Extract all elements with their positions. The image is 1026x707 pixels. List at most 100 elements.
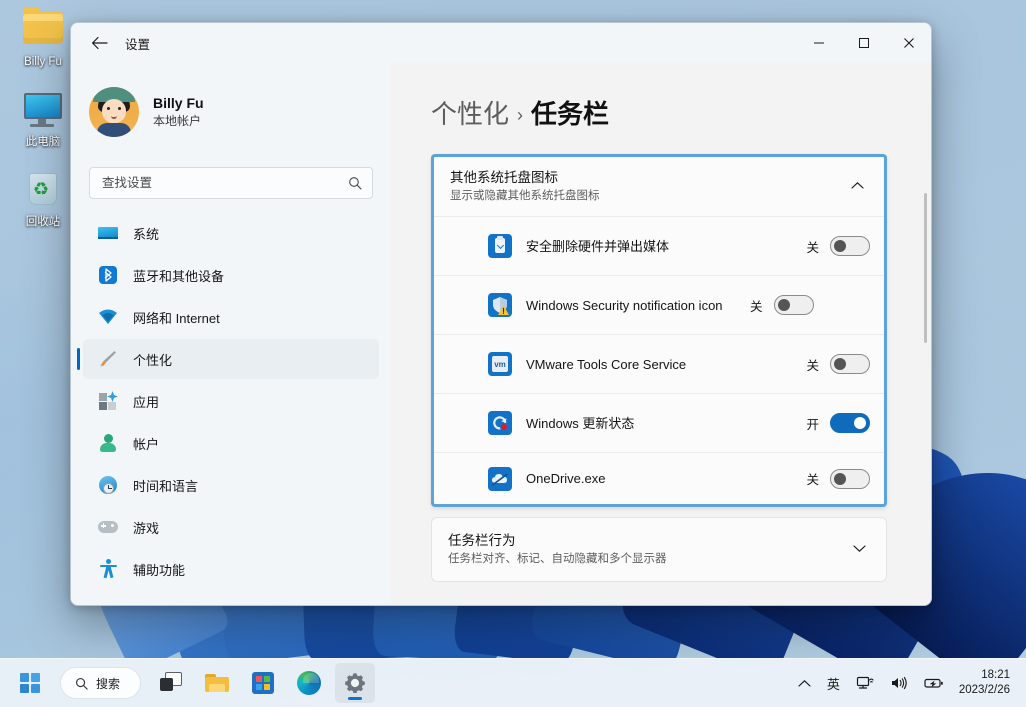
tray-row[interactable]: vm VMware Tools Core Service 关 xyxy=(434,334,884,393)
search-input[interactable] xyxy=(100,175,348,191)
sidebar-item-label: 帐户 xyxy=(133,436,160,452)
taskbar: 搜索 英 18:21 2023/2/26 xyxy=(0,658,1026,707)
settings-taskbar-button[interactable] xyxy=(335,663,376,703)
gaming-icon xyxy=(97,516,119,538)
scrollbar-thumb[interactable] xyxy=(924,193,927,343)
recycle-bin-icon: ♻ xyxy=(19,168,67,212)
sidebar-item-personalization[interactable]: 个性化 xyxy=(77,339,379,379)
edge-button[interactable] xyxy=(289,663,329,703)
sidebar: Billy Fu 本地帐户 系统 xyxy=(71,63,391,605)
tray-overflow-button[interactable] xyxy=(791,665,818,701)
windows-update-icon xyxy=(488,411,512,435)
warning-badge-glyph xyxy=(498,305,509,315)
tray-row-label: Windows Security notification icon xyxy=(526,297,723,313)
sidebar-item-time-language[interactable]: 时间和语言 xyxy=(83,465,379,505)
accessibility-icon xyxy=(97,558,119,580)
back-button[interactable] xyxy=(83,29,115,57)
expand-less-icon[interactable] xyxy=(846,181,868,193)
chevron-up-icon xyxy=(798,679,811,687)
tray-row[interactable]: Windows Security notification icon 关 xyxy=(434,275,884,334)
taskbar-behavior-header[interactable]: 任务栏行为 任务栏对齐、标记、自动隐藏和多个显示器 xyxy=(432,518,886,581)
sidebar-item-privacy[interactable]: 隐私和安全性 xyxy=(83,591,379,606)
tray-row-toggle[interactable] xyxy=(773,295,814,315)
arrow-left-icon xyxy=(91,36,108,50)
bluetooth-icon xyxy=(97,264,119,286)
this-pc-icon xyxy=(19,88,67,132)
main-scrollbar[interactable] xyxy=(922,193,928,493)
tray-row-label: Windows 更新状态 xyxy=(526,415,635,431)
search-settings-box[interactable] xyxy=(89,167,373,199)
breadcrumb-current: 任务栏 xyxy=(531,99,610,129)
other-tray-icons-card: 其他系统托盘图标 显示或隐藏其他系统托盘图标 安全删除硬件并弹出媒体 关 Win… xyxy=(431,154,887,507)
tray-row-state: 关 xyxy=(806,240,819,255)
desktop-icon-folder[interactable]: Billy Fu xyxy=(6,7,80,69)
sidebar-item-label: 蓝牙和其他设备 xyxy=(133,268,225,284)
tray-row-toggle[interactable] xyxy=(830,236,870,256)
sidebar-item-label: 系统 xyxy=(133,226,160,242)
tray-row-toggle[interactable] xyxy=(830,354,870,374)
close-button[interactable] xyxy=(886,23,931,63)
card-title: 其他系统托盘图标 xyxy=(450,170,558,185)
task-view-button[interactable] xyxy=(151,663,191,703)
clock-time: 18:21 xyxy=(981,669,1010,681)
network-icon xyxy=(97,306,119,328)
minimize-button[interactable] xyxy=(796,23,841,63)
taskbar-behavior-card[interactable]: 任务栏行为 任务栏对齐、标记、自动隐藏和多个显示器 xyxy=(431,517,887,582)
card-subtitle: 显示或隐藏其他系统托盘图标 xyxy=(450,190,600,202)
volume-tray-button[interactable] xyxy=(883,665,915,701)
maximize-button[interactable] xyxy=(841,23,886,63)
sidebar-item-bluetooth[interactable]: 蓝牙和其他设备 xyxy=(83,255,379,295)
ime-indicator[interactable]: 英 xyxy=(820,665,847,701)
sidebar-item-gaming[interactable]: 游戏 xyxy=(83,507,379,547)
tray-row[interactable]: 安全删除硬件并弹出媒体 关 xyxy=(434,216,884,275)
wifi-glyph xyxy=(99,309,117,324)
profile-name: Billy Fu xyxy=(153,95,204,111)
volume-icon xyxy=(891,676,907,690)
search-icon xyxy=(349,177,362,190)
folder-icon xyxy=(19,7,67,52)
sidebar-item-accounts[interactable]: 帐户 xyxy=(83,423,379,463)
taskbar-search-button[interactable]: 搜索 xyxy=(60,667,142,699)
battery-tray-button[interactable] xyxy=(917,665,951,701)
privacy-icon xyxy=(97,600,119,605)
expand-more-icon[interactable] xyxy=(848,544,870,556)
breadcrumb-parent[interactable]: 个性化 xyxy=(431,99,509,129)
close-icon xyxy=(903,38,914,48)
sidebar-item-accessibility[interactable]: 辅助功能 xyxy=(83,549,379,589)
brush-glyph xyxy=(100,351,116,368)
other-tray-icons-header[interactable]: 其他系统托盘图标 显示或隐藏其他系统托盘图标 xyxy=(434,157,884,216)
sidebar-item-apps[interactable]: 应用 xyxy=(83,381,379,421)
sidebar-item-network[interactable]: 网络和 Internet xyxy=(83,297,379,337)
gear-icon xyxy=(345,673,365,694)
battery-icon xyxy=(924,678,943,688)
tray-row-label: VMware Tools Core Service xyxy=(526,356,687,372)
tray-row-toggle[interactable] xyxy=(830,413,870,433)
microsoft-store-button[interactable] xyxy=(243,663,283,703)
clock[interactable]: 18:21 2023/2/26 xyxy=(953,668,1018,698)
sidebar-item-label: 应用 xyxy=(133,394,160,410)
apps-icon xyxy=(97,390,119,412)
breadcrumb: 个性化 › 任务栏 xyxy=(431,97,887,132)
card-title: 任务栏行为 xyxy=(448,533,516,548)
tray-row[interactable]: Windows 更新状态 开 xyxy=(434,393,884,452)
sidebar-item-system[interactable]: 系统 xyxy=(83,213,379,253)
network-tray-button[interactable] xyxy=(849,665,881,701)
tray-row-toggle[interactable] xyxy=(830,468,870,489)
desktop-icon-recycle-bin[interactable]: ♻ 回收站 xyxy=(6,168,80,229)
window-controls xyxy=(796,23,931,63)
accounts-icon xyxy=(97,432,119,454)
desktop-icon-this-pc[interactable]: 此电脑 xyxy=(6,88,80,149)
file-explorer-button[interactable] xyxy=(197,663,237,703)
taskbar-search-label: 搜索 xyxy=(96,676,121,691)
network-icon xyxy=(856,676,874,689)
tray-row-state: 开 xyxy=(806,417,819,432)
minimize-icon xyxy=(813,42,824,44)
tray-row[interactable]: OneDrive.exe 关 xyxy=(434,452,884,504)
main-content: 个性化 › 任务栏 其他系统托盘图标 显示或隐藏其他系统托盘图标 安全删除硬件并… xyxy=(391,63,931,605)
start-button[interactable] xyxy=(10,663,50,703)
profile-card[interactable]: Billy Fu 本地帐户 xyxy=(71,63,391,147)
card-subtitle: 任务栏对齐、标记、自动隐藏和多个显示器 xyxy=(448,553,667,565)
onedrive-icon xyxy=(488,466,512,491)
sidebar-item-label: 隐私和安全性 xyxy=(133,602,211,606)
sidebar-item-label: 游戏 xyxy=(133,520,160,536)
